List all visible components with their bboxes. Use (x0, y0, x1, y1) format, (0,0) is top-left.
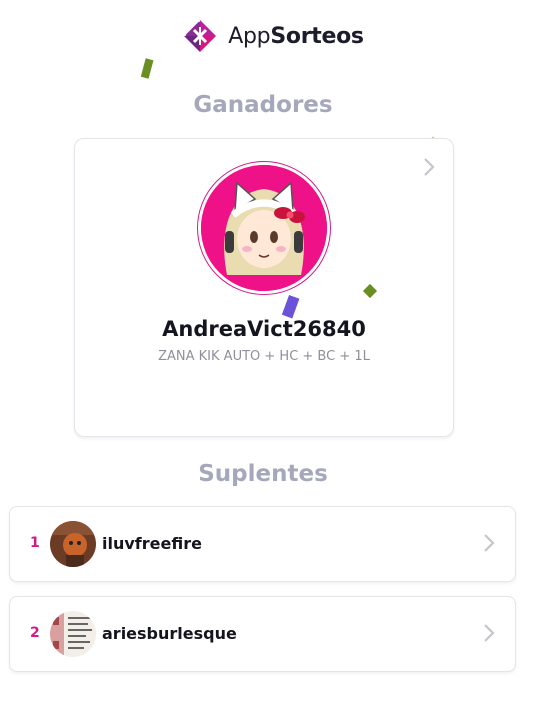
confetti-purple (281, 294, 300, 319)
brand-name: AppSorteos (228, 23, 364, 49)
winners-title: Ganadores (193, 92, 333, 118)
alternate-item[interactable]: 2 ariesburlesque (9, 596, 516, 672)
alternate-avatar-image (50, 611, 96, 657)
chevron-right-icon[interactable] (423, 157, 435, 177)
brand-suffix: Sorteos (270, 23, 364, 49)
alternate-avatar-image (50, 521, 96, 567)
alternate-item[interactable]: 1 iluvfreefire (9, 506, 516, 582)
confetti-green-2 (362, 283, 378, 299)
winner-comment: ZANA KIK AUTO + HC + BC + 1L (158, 349, 370, 364)
alternate-username: ariesburlesque (102, 624, 237, 643)
confetti-green-1 (140, 58, 154, 79)
alternates-title: Suplentes (198, 461, 328, 487)
winner-avatar-image (201, 165, 327, 291)
winner-username: AndreaVict26840 (162, 317, 366, 341)
brand-prefix: App (228, 23, 271, 49)
app-header: AppSorteos (0, 14, 544, 58)
alternate-rank: 1 (30, 535, 40, 551)
chevron-right-icon[interactable] (483, 623, 495, 643)
chevron-right-icon[interactable] (483, 533, 495, 553)
alternate-username: iluvfreefire (102, 534, 202, 553)
winner-card[interactable]: AndreaVict26840 ZANA KIK AUTO + HC + BC … (74, 138, 454, 437)
avatar (50, 521, 96, 567)
appsorteos-logo-icon (184, 20, 217, 52)
avatar (50, 611, 96, 657)
winner-avatar (197, 161, 331, 295)
alternate-rank: 2 (30, 625, 40, 641)
